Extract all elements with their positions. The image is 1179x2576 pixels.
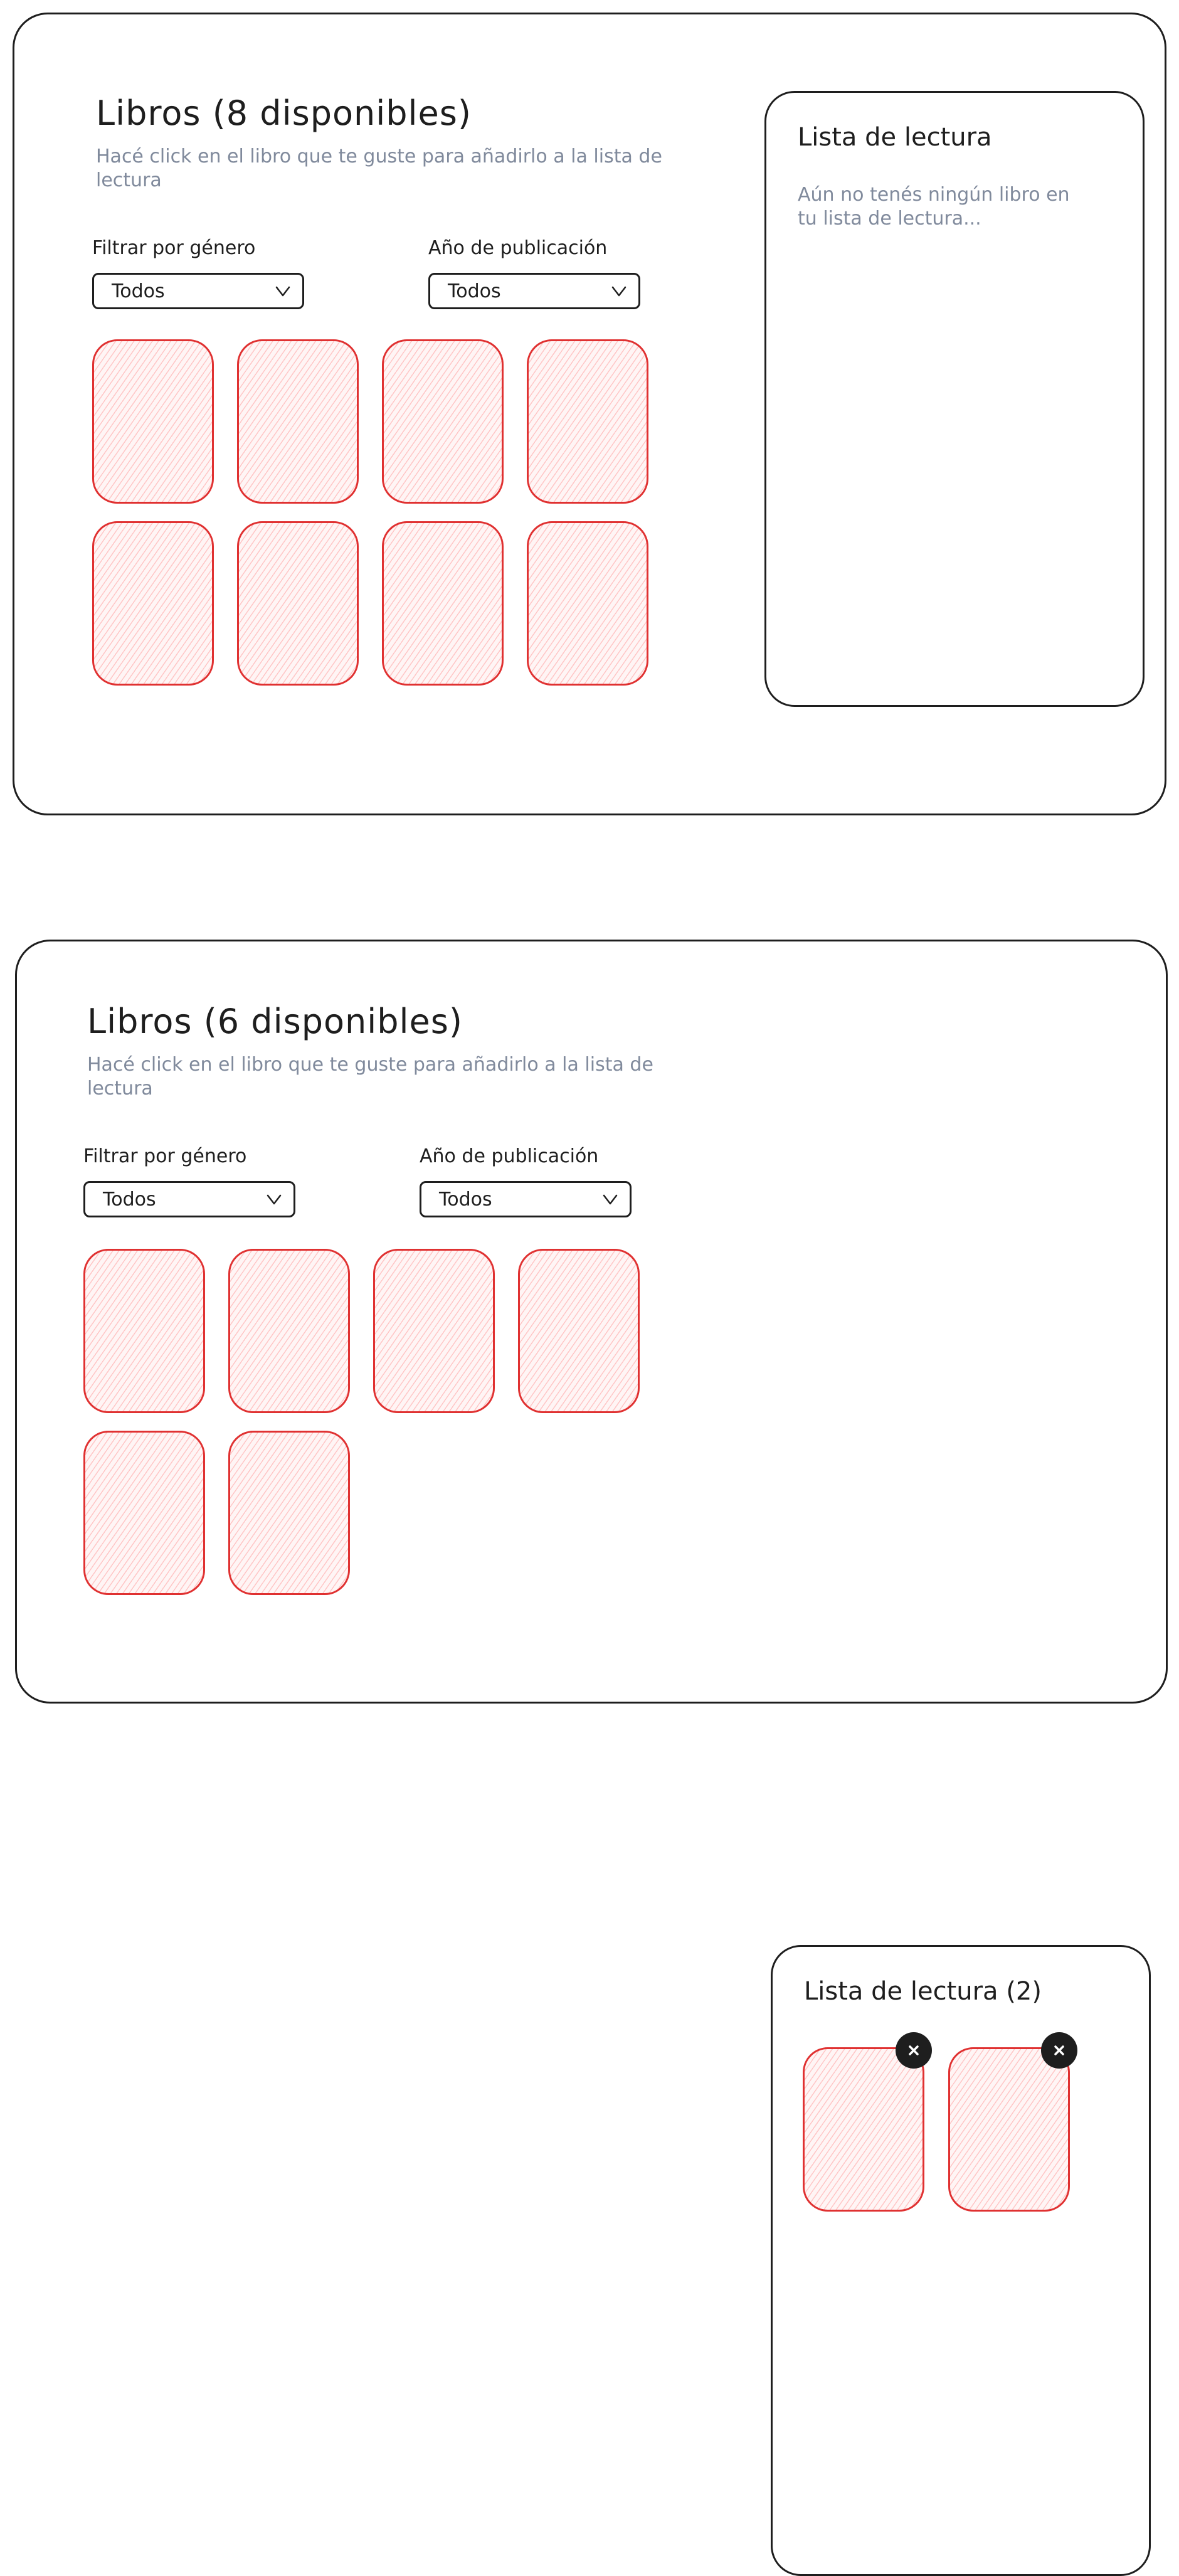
book-card[interactable] bbox=[83, 1431, 205, 1595]
reading-list-panel: Lista de lectura Aún no tenés ningún lib… bbox=[764, 91, 1145, 707]
genre-filter-select[interactable]: Todos bbox=[83, 1181, 295, 1217]
book-card[interactable] bbox=[382, 521, 504, 686]
book-card[interactable] bbox=[92, 521, 214, 686]
reading-list-item bbox=[948, 2047, 1070, 2212]
genre-filter-label: Filtrar por género bbox=[83, 1145, 247, 1167]
remove-book-button[interactable] bbox=[896, 2032, 932, 2069]
reading-list-title: Lista de lectura (2) bbox=[804, 1977, 1042, 2006]
book-card[interactable] bbox=[373, 1249, 495, 1413]
page-title: Libros (8 disponibles) bbox=[96, 93, 472, 133]
reading-list-panel: Lista de lectura (2) bbox=[771, 1945, 1151, 2576]
close-icon bbox=[909, 2045, 919, 2055]
reading-list-empty-message: Aún no tenés ningún libro en tu lista de… bbox=[798, 184, 1070, 230]
book-card[interactable] bbox=[237, 521, 359, 686]
book-card[interactable] bbox=[83, 1249, 205, 1413]
book-card[interactable] bbox=[527, 339, 648, 504]
genre-filter-select[interactable]: Todos bbox=[92, 273, 304, 309]
year-filter-select[interactable]: Todos bbox=[428, 273, 640, 309]
book-card[interactable] bbox=[237, 339, 359, 504]
reading-list-item bbox=[803, 2047, 924, 2212]
book-card[interactable] bbox=[228, 1249, 350, 1413]
reading-list-title: Lista de lectura bbox=[798, 123, 992, 152]
remove-book-button[interactable] bbox=[1041, 2032, 1077, 2069]
year-filter-label: Año de publicación bbox=[420, 1145, 599, 1167]
screen-empty-list: Libros (8 disponibles) Hacé click en el … bbox=[13, 13, 1166, 815]
chevron-down-icon bbox=[275, 286, 290, 297]
page-title: Libros (6 disponibles) bbox=[87, 1002, 463, 1041]
book-card[interactable] bbox=[382, 339, 504, 504]
year-filter-select[interactable]: Todos bbox=[420, 1181, 632, 1217]
chevron-down-icon bbox=[611, 286, 627, 297]
close-icon bbox=[1054, 2045, 1064, 2055]
book-card[interactable] bbox=[518, 1249, 640, 1413]
screen-with-list: Libros (6 disponibles) Hacé click en el … bbox=[15, 940, 1168, 2576]
page-subtitle: Hacé click en el libro que te guste para… bbox=[87, 1054, 653, 1100]
book-card[interactable] bbox=[527, 521, 648, 686]
year-filter-value: Todos bbox=[448, 280, 501, 302]
chevron-down-icon bbox=[603, 1194, 618, 1205]
year-filter-label: Año de publicación bbox=[428, 237, 608, 259]
year-filter-value: Todos bbox=[439, 1188, 492, 1211]
book-card[interactable] bbox=[228, 1431, 350, 1595]
book-card[interactable] bbox=[92, 339, 214, 504]
chevron-down-icon bbox=[267, 1194, 282, 1205]
genre-filter-label: Filtrar por género bbox=[92, 237, 256, 259]
genre-filter-value: Todos bbox=[103, 1188, 156, 1211]
page-subtitle: Hacé click en el libro que te guste para… bbox=[96, 146, 662, 191]
genre-filter-value: Todos bbox=[112, 280, 165, 302]
